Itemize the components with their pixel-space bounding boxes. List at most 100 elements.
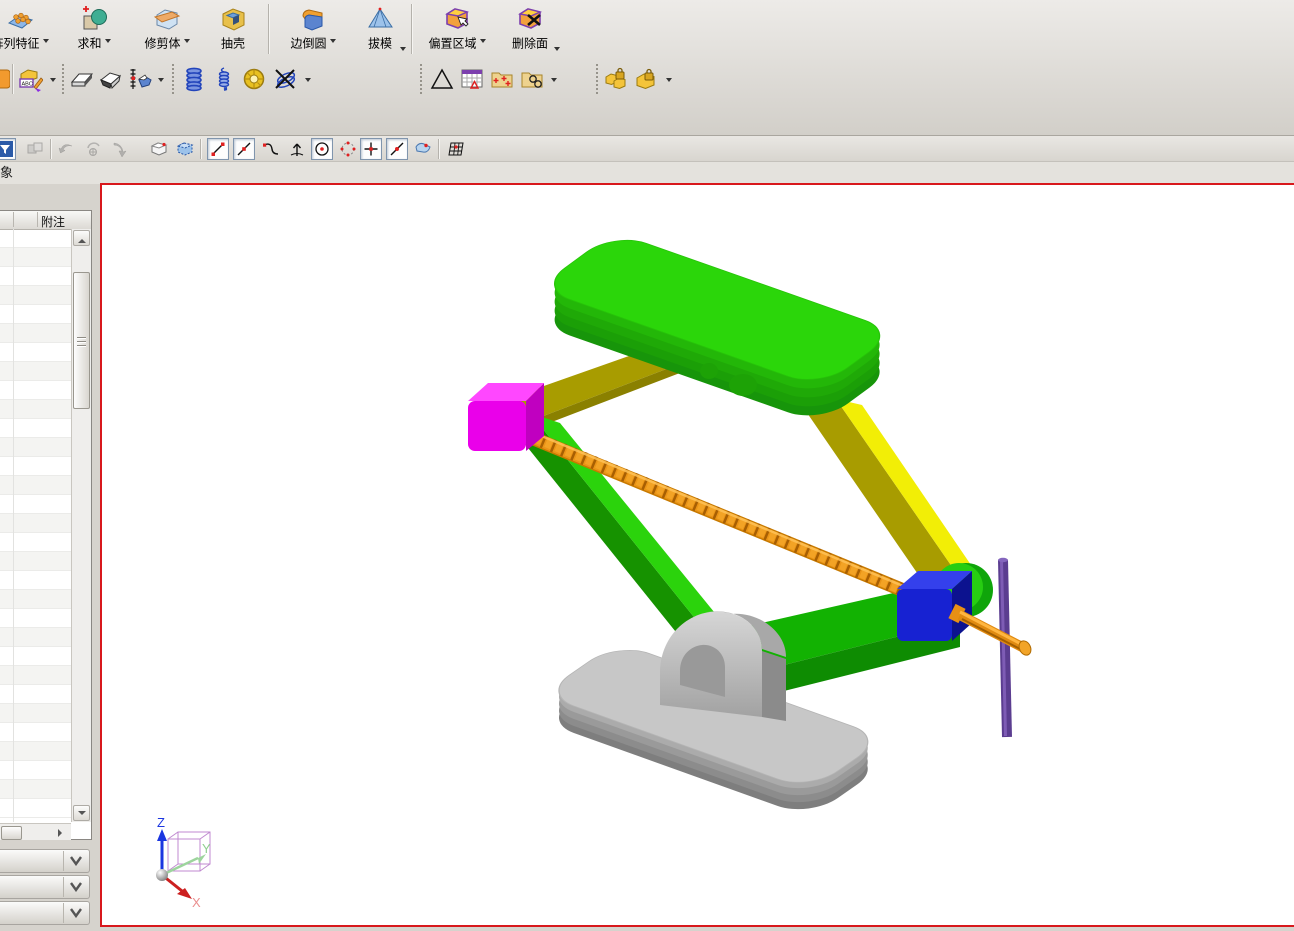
annotation-row[interactable] <box>0 400 71 419</box>
annotation-row[interactable] <box>0 362 71 381</box>
refresh-target-button[interactable] <box>82 138 104 160</box>
corner-shape-button[interactable] <box>96 64 124 94</box>
snap-solid-button[interactable] <box>174 138 196 160</box>
wcs-triad[interactable]: Y Z X <box>156 815 211 910</box>
toolbar-drag-handle[interactable] <box>596 64 601 94</box>
dropdown-arrow-icon[interactable] <box>480 39 486 46</box>
right-nut-block[interactable] <box>897 571 972 641</box>
annotation-row[interactable] <box>0 723 71 742</box>
clipped-toolbar-button[interactable] <box>0 64 10 94</box>
annotation-row[interactable] <box>0 628 71 647</box>
measure-button[interactable] <box>126 64 154 94</box>
left-nut-block[interactable] <box>468 383 544 451</box>
handle-shaft[interactable] <box>952 611 1033 657</box>
dropdown-arrow-icon[interactable] <box>400 47 406 54</box>
annotation-row[interactable] <box>0 476 71 495</box>
annotation-note-button[interactable]: ABC <box>16 64 44 94</box>
scroll-up-button[interactable] <box>73 230 90 246</box>
annotation-row[interactable] <box>0 761 71 780</box>
dropdown-arrow-icon[interactable] <box>554 47 560 54</box>
annotation-row[interactable] <box>0 666 71 685</box>
expand-button[interactable] <box>63 851 88 871</box>
annotation-row[interactable] <box>0 305 71 324</box>
spreadsheet-button[interactable] <box>458 64 486 94</box>
dropdown-arrow-icon[interactable] <box>305 78 311 85</box>
triangle-button[interactable] <box>428 64 456 94</box>
selection-filter-button[interactable] <box>0 138 16 160</box>
handle-rod[interactable] <box>998 558 1008 737</box>
snap-pole-button[interactable] <box>286 138 308 160</box>
snap-grid-button[interactable] <box>446 138 468 160</box>
annotation-row[interactable] <box>0 647 71 666</box>
lock-body-alt-button[interactable] <box>632 64 660 94</box>
snap-point-on-face-button[interactable] <box>412 138 434 160</box>
annotation-row[interactable] <box>0 799 71 818</box>
snap-curve-end-button[interactable] <box>260 138 282 160</box>
chamfer-button[interactable] <box>68 64 96 94</box>
expand-button[interactable] <box>63 903 88 923</box>
collapsed-drawer-3[interactable] <box>0 901 90 925</box>
annotation-row[interactable] <box>0 780 71 799</box>
snap-quadrant-button[interactable] <box>337 138 359 160</box>
annotation-row[interactable] <box>0 343 71 362</box>
scroll-down-button[interactable] <box>73 805 90 821</box>
annotation-row[interactable] <box>0 381 71 400</box>
panel-header[interactable]: 附注 <box>0 211 91 230</box>
disc-spring-button[interactable] <box>240 64 268 94</box>
toolbar-drag-handle[interactable] <box>62 64 67 94</box>
snap-endpoint-button[interactable] <box>207 138 229 160</box>
annotation-row[interactable] <box>0 571 71 590</box>
dropdown-arrow-icon[interactable] <box>158 78 164 85</box>
annotation-row[interactable] <box>0 438 71 457</box>
back-arrow-button[interactable] <box>56 138 78 160</box>
draft-button[interactable]: 拔模 <box>352 2 408 56</box>
spring-tools-button[interactable] <box>272 64 300 94</box>
hscroll-thumb[interactable] <box>1 826 22 840</box>
extension-spring-button[interactable] <box>210 64 238 94</box>
delete-face-button[interactable]: 删除面 <box>498 2 562 56</box>
base-bracket[interactable] <box>660 611 786 721</box>
dropdown-arrow-icon[interactable] <box>43 39 49 46</box>
annotation-row[interactable] <box>0 248 71 267</box>
annotation-row[interactable] <box>0 685 71 704</box>
curve-set-button[interactable] <box>518 64 546 94</box>
annotation-row[interactable] <box>0 742 71 761</box>
toolbar-drag-handle[interactable] <box>172 64 177 94</box>
interpart-link-button[interactable] <box>24 138 46 160</box>
annotation-row[interactable] <box>0 324 71 343</box>
annotation-row[interactable] <box>0 457 71 476</box>
snap-center-button[interactable] <box>311 138 333 160</box>
collapsed-drawer-2[interactable] <box>0 875 90 899</box>
expand-button[interactable] <box>63 877 88 897</box>
collapsed-drawer-1[interactable] <box>0 849 90 873</box>
annotation-row[interactable] <box>0 495 71 514</box>
lock-body-button[interactable] <box>602 64 630 94</box>
graphics-viewport[interactable]: Y Z X <box>100 183 1294 927</box>
annotation-row[interactable] <box>0 229 71 248</box>
shell-button[interactable]: 抽壳 <box>204 2 262 56</box>
annotation-row[interactable] <box>0 286 71 305</box>
dropdown-arrow-icon[interactable] <box>50 78 56 85</box>
trim-body-button[interactable]: 修剪体 <box>130 2 204 56</box>
scrollbar-thumb[interactable] <box>73 272 90 409</box>
dropdown-arrow-icon[interactable] <box>184 39 190 46</box>
annotation-row[interactable] <box>0 533 71 552</box>
dropdown-arrow-icon[interactable] <box>105 39 111 46</box>
dropdown-arrow-icon[interactable] <box>330 39 336 46</box>
unite-button[interactable]: 求和 <box>58 2 130 56</box>
snap-intersection-button[interactable] <box>360 138 382 160</box>
annotation-row[interactable] <box>0 514 71 533</box>
horizontal-scrollbar[interactable] <box>0 823 71 840</box>
pick-arrow-button[interactable] <box>108 138 130 160</box>
edge-blend-button[interactable]: 边倒圆 <box>274 2 352 56</box>
toolbar-drag-handle[interactable] <box>420 64 425 94</box>
snap-rollover-button[interactable] <box>148 138 170 160</box>
annotation-row[interactable] <box>0 609 71 628</box>
annotation-row[interactable] <box>0 419 71 438</box>
annotation-row[interactable] <box>0 704 71 723</box>
offset-region-button[interactable]: 偏置区域 <box>416 2 498 56</box>
3d-model-canvas[interactable]: Y Z X <box>102 185 1294 925</box>
snap-midpoint-button[interactable] <box>233 138 255 160</box>
point-set-file-button[interactable] <box>488 64 516 94</box>
annotation-row[interactable] <box>0 590 71 609</box>
